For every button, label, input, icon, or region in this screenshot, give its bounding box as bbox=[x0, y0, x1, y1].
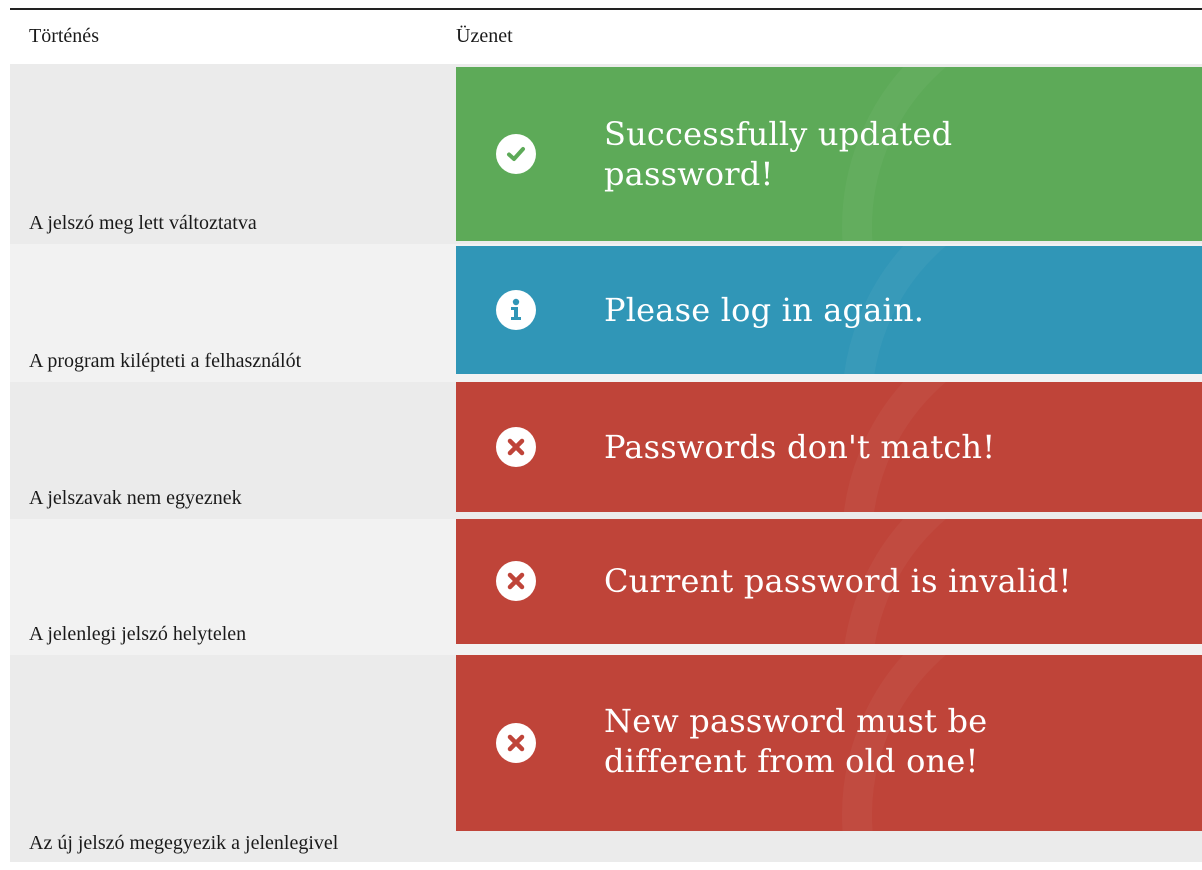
error-message-banner: New password must be different from old … bbox=[456, 655, 1202, 831]
messages-table: Történés Üzenet Successfully updated pas… bbox=[10, 8, 1202, 862]
event-text: A jelenlegi jelszó helytelen bbox=[29, 623, 247, 645]
table-row: Successfully updated password! A jelszó … bbox=[10, 64, 1202, 244]
message-line: Current password is invalid! bbox=[604, 562, 1072, 600]
success-message-banner: Successfully updated password! bbox=[456, 67, 1202, 241]
header-event: Történés bbox=[29, 25, 99, 47]
event-text: A program kilépteti a felhasználót bbox=[29, 350, 302, 372]
table-header: Történés Üzenet bbox=[10, 10, 1202, 64]
table-row: New password must be different from old … bbox=[10, 655, 1202, 862]
banner-message: Current password is invalid! bbox=[604, 561, 1182, 601]
error-message-banner: Current password is invalid! bbox=[456, 519, 1202, 644]
message-line: Successfully updated bbox=[604, 115, 953, 153]
banner-message: New password must be different from old … bbox=[604, 701, 1182, 781]
info-circle-icon bbox=[496, 290, 536, 330]
times-circle-icon bbox=[496, 561, 536, 601]
message-line: Please log in again. bbox=[604, 291, 925, 329]
info-message-banner: Please log in again. bbox=[456, 246, 1202, 374]
message-line: password! bbox=[604, 155, 774, 193]
table-row: Current password is invalid! A jelenlegi… bbox=[10, 519, 1202, 655]
banner-message: Passwords don't match! bbox=[604, 427, 1182, 467]
message-line: different from old one! bbox=[604, 742, 979, 780]
header-message: Üzenet bbox=[456, 25, 513, 47]
banner-message: Successfully updated password! bbox=[604, 114, 1182, 194]
message-line: New password must be bbox=[604, 702, 988, 740]
check-circle-icon bbox=[496, 134, 536, 174]
table-row: Please log in again. A program kilépteti… bbox=[10, 244, 1202, 382]
times-circle-icon bbox=[496, 427, 536, 467]
message-line: Passwords don't match! bbox=[604, 428, 996, 466]
event-text: A jelszó meg lett változtatva bbox=[29, 212, 257, 234]
error-message-banner: Passwords don't match! bbox=[456, 382, 1202, 512]
banner-message: Please log in again. bbox=[604, 290, 1182, 330]
times-circle-icon bbox=[496, 723, 536, 763]
event-text: A jelszavak nem egyeznek bbox=[29, 487, 242, 509]
table-row: Passwords don't match! A jelszavak nem e… bbox=[10, 382, 1202, 519]
event-text: Az új jelszó megegyezik a jelenlegivel bbox=[29, 832, 339, 854]
